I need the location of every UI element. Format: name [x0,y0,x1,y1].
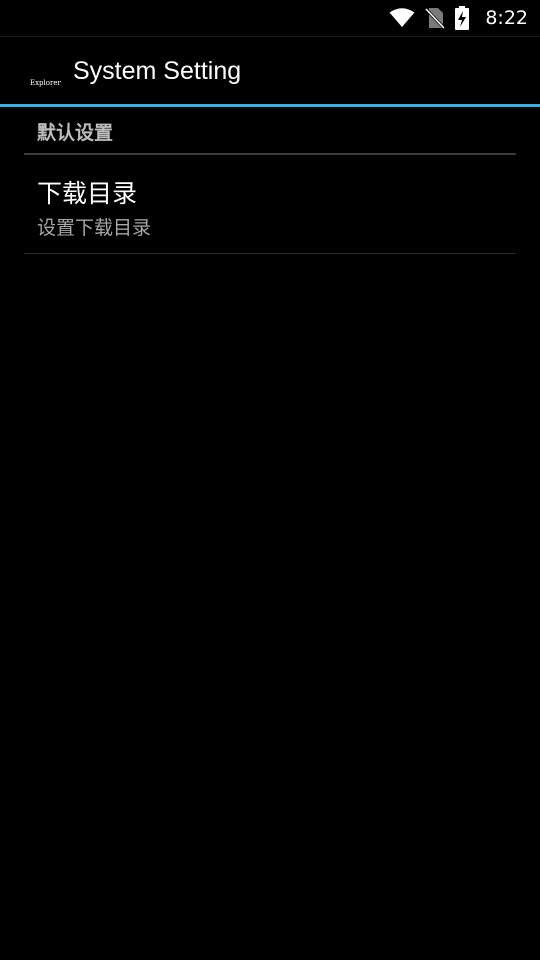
action-bar: Explorer System Setting [0,36,540,105]
category-divider [24,153,516,155]
page-title: System Setting [73,57,242,85]
action-bar-divider [0,104,540,107]
status-clock: 8:22 [485,7,528,29]
status-bar: 8:22 [0,0,540,36]
app-logo[interactable]: Explorer [30,79,61,87]
preference-title: 下载目录 [37,179,138,208]
list-divider [24,253,516,254]
preference-category-title: 默认设置 [37,122,114,144]
battery-charging-icon [455,6,470,30]
settings-screen: 8:22 Explorer System Setting 默认设置 下载目录 设… [0,0,540,960]
preference-summary: 设置下载目录 [37,217,152,239]
no-sim-icon [425,7,446,29]
download-directory-preference[interactable]: 下载目录 设置下载目录 [24,156,516,253]
status-icons: 8:22 [389,0,528,36]
wifi-icon [389,8,415,28]
